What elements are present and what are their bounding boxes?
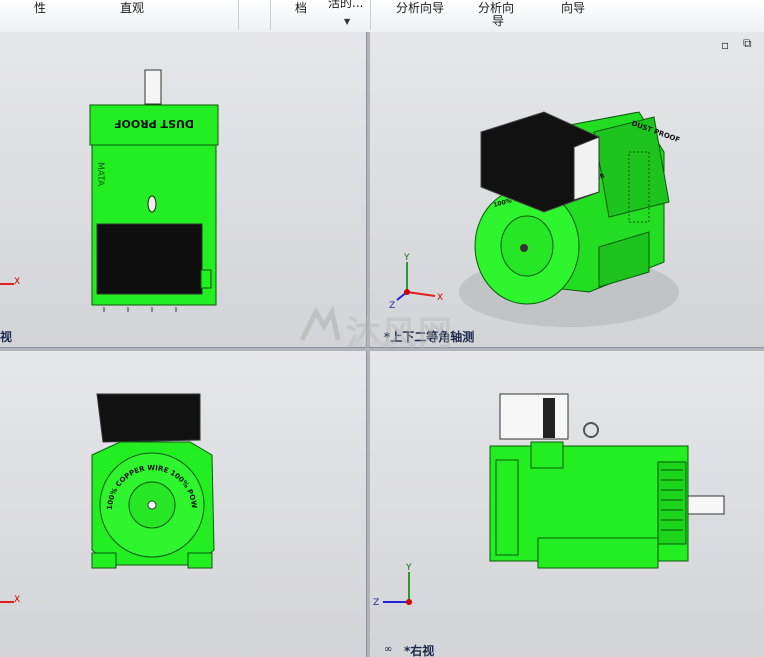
viewport-label-right: *右视	[404, 644, 435, 657]
viewport-bottom-right[interactable]: Y Z ∞ *右视	[369, 350, 764, 657]
ribbon-dropdown-icon[interactable]: ▼	[344, 17, 350, 26]
view-link-icon[interactable]: ∞	[384, 644, 392, 655]
watermark-logo-icon	[299, 305, 341, 342]
dust-proof-label: DUST PROOF	[114, 117, 194, 130]
model-front-view: DUST PROOF MATA	[89, 69, 219, 312]
model-right-view	[489, 393, 725, 569]
watermark-url: www.mfcad.com	[350, 340, 417, 349]
triad-x-label: X	[14, 595, 21, 605]
ribbon-item-document[interactable]: 档	[295, 2, 307, 15]
viewport-label-front: 视	[0, 330, 13, 344]
ribbon-item-analysis-wizard-2-line2: 导	[492, 14, 505, 28]
ribbon-item-intuitive[interactable]: 直观	[120, 2, 144, 15]
watermark: 沐风网 www.mfcad.com	[298, 302, 458, 354]
triad-x-axis-icon	[0, 283, 14, 285]
side-text-label: MATA	[95, 162, 105, 187]
triad-x-label: X	[14, 277, 21, 287]
model-end-view: 100% COPPER WIRE 100% POWER	[0, 350, 215, 569]
ribbon-item-properties[interactable]: 性	[34, 2, 46, 15]
triad-x-axis-icon	[0, 601, 14, 603]
svg-text:Z: Z	[373, 598, 379, 608]
command-manager-ribbon: 性 直观 档 活的... ▼ 分析向导 分析向 导 向导	[0, 0, 764, 33]
viewport-bottom-left[interactable]: 100% COPPER WIRE 100% POWER X	[0, 350, 366, 657]
viewport-top-right[interactable]: ▫ ⧉ DUST PROOF 100% COPPER WIRE 100% POW…	[369, 32, 764, 347]
triad-icon: Y Z	[373, 563, 412, 608]
ribbon-item-wizard-3[interactable]: 向导	[561, 2, 585, 15]
svg-text:Y: Y	[403, 253, 410, 263]
ribbon-item-analysis-wizard-1[interactable]: 分析向导	[396, 2, 444, 15]
svg-text:Y: Y	[405, 563, 412, 573]
ribbon-item-active[interactable]: 活的...	[328, 0, 363, 10]
viewport-top-left[interactable]: DUST PROOF MATA X 视	[0, 32, 366, 347]
